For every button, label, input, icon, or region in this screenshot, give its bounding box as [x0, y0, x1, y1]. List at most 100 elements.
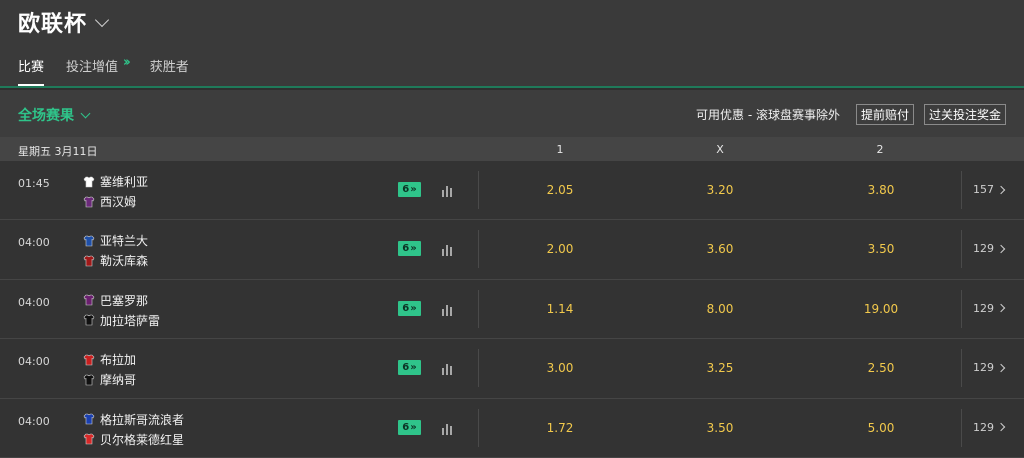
stats-icon[interactable]: [441, 241, 453, 257]
match-row[interactable]: 04:00 布拉加摩纳哥 6» 3.00 3.25 2.50 129: [0, 339, 1024, 399]
double-chevron-right-icon: »: [410, 243, 417, 255]
stats-icon[interactable]: [441, 182, 453, 197]
match-row[interactable]: 01:45 塞维利亚西汉姆 6» 2.05 3.20 3.80 157: [0, 161, 1024, 221]
odds-home[interactable]: 3.00: [530, 361, 590, 375]
divider: [478, 289, 479, 328]
tab-label: 投注增值: [66, 60, 119, 75]
away-team[interactable]: 摩纳哥: [83, 371, 136, 388]
column-home-win: 1: [556, 143, 564, 156]
more-markets-link[interactable]: 129: [973, 421, 1006, 434]
double-chevron-right-icon: »: [410, 421, 417, 433]
odds-away[interactable]: 5.00: [851, 421, 911, 435]
more-markets-count: 157: [973, 183, 994, 196]
chevron-right-icon: [996, 304, 1006, 313]
divider: [478, 171, 479, 209]
bet-builder-badge[interactable]: 6»: [398, 300, 421, 316]
match-row[interactable]: 04:00 巴塞罗那加拉塔萨雷 6» 1.14 8.00 19.00 129: [0, 279, 1024, 340]
odds-draw[interactable]: 3.20: [690, 183, 750, 197]
away-team-name: 贝尔格莱德红星: [100, 432, 185, 447]
away-team-name: 西汉姆: [100, 195, 137, 209]
away-team-name: 摩纳哥: [100, 373, 137, 388]
tab-label: 获胜者: [149, 60, 189, 75]
home-kit-icon: [83, 413, 95, 425]
odds-away[interactable]: 19.00: [851, 302, 911, 316]
match-row[interactable]: 04:00 格拉斯哥流浪者 贝尔格莱德红星 6» 1.72 3.50 5.00 129: [0, 398, 1024, 458]
odds-away[interactable]: 3.50: [851, 242, 911, 256]
badge-count: 6: [402, 243, 410, 255]
more-markets-link[interactable]: 129: [973, 301, 1006, 315]
home-team[interactable]: 塞维利亚: [83, 173, 148, 190]
away-kit-icon: [83, 314, 95, 326]
tab-bar: 比赛 投注增值 ›› 获胜者: [18, 55, 189, 86]
divider: [478, 230, 479, 269]
away-team[interactable]: 西汉姆: [83, 193, 136, 210]
odds-home[interactable]: 2.05: [530, 183, 590, 197]
market-title: 全场赛果: [18, 108, 74, 124]
bet-builder-badge[interactable]: 6»: [398, 360, 421, 376]
tab-winner[interactable]: 获胜者: [150, 56, 189, 86]
early-payout-button[interactable]: 提前赔付: [855, 104, 914, 125]
match-list: 01:45 塞维利亚 西汉姆 6» 2.05 3.20 3.80 157 04:00 亚特兰大 勒沃…: [0, 161, 1024, 458]
away-team-name: 加拉塔萨雷: [100, 313, 161, 328]
competition-selector[interactable]: 欧联杯: [18, 6, 110, 38]
tab-boost[interactable]: 投注增值 ››: [66, 55, 131, 86]
chevron-right-icon: [996, 185, 1006, 194]
badge-count: 6: [402, 302, 410, 314]
stats-icon[interactable]: [441, 360, 453, 376]
more-markets-link[interactable]: 157: [973, 183, 1006, 196]
odds-away[interactable]: 3.80: [851, 183, 911, 197]
bet-builder-badge[interactable]: 6»: [398, 419, 421, 435]
away-team[interactable]: 贝尔格莱德红星: [83, 431, 184, 448]
badge-count: 6: [402, 421, 410, 433]
stats-icon[interactable]: [441, 301, 453, 316]
kickoff-time: 04:00: [18, 236, 50, 250]
match-row[interactable]: 04:00 亚特兰大勒沃库森 6» 2.00 3.60 3.50 129: [0, 220, 1024, 280]
chevron-down-icon: [94, 12, 110, 28]
home-kit-icon: [83, 294, 95, 306]
kickoff-time: 01:45: [18, 177, 50, 190]
odds-home[interactable]: 2.00: [530, 242, 590, 256]
divider: [961, 289, 962, 328]
chevron-right-icon: [996, 422, 1006, 432]
home-kit-icon: [83, 354, 95, 366]
kickoff-time: 04:00: [18, 355, 50, 369]
odds-home[interactable]: 1.72: [530, 421, 590, 435]
column-away-win: 2: [876, 143, 884, 156]
promo-text: 可用优惠 - 滚球盘赛事除外: [696, 108, 840, 122]
stats-icon[interactable]: [441, 420, 453, 435]
odds-draw[interactable]: 8.00: [690, 302, 750, 316]
chevron-right-icon: [996, 244, 1006, 254]
more-markets-link[interactable]: 129: [973, 242, 1006, 255]
more-markets-count: 129: [973, 301, 994, 315]
odds-away[interactable]: 2.50: [851, 361, 911, 375]
promo-area: 可用优惠 - 滚球盘赛事除外 提前赔付 过关投注奖金: [696, 104, 1006, 125]
away-team[interactable]: 勒沃库森: [83, 252, 148, 269]
odds-draw[interactable]: 3.50: [690, 421, 750, 435]
odds-home[interactable]: 1.14: [530, 302, 590, 316]
odds-draw[interactable]: 3.60: [690, 242, 750, 256]
divider: [961, 171, 962, 209]
bet-builder-badge[interactable]: 6»: [398, 182, 421, 197]
double-chevron-right-icon: »: [410, 362, 417, 374]
odds-draw[interactable]: 3.25: [690, 361, 750, 375]
away-team[interactable]: 加拉塔萨雷: [83, 312, 160, 329]
market-selector[interactable]: 全场赛果: [18, 105, 91, 125]
more-markets-link[interactable]: 129: [973, 361, 1006, 374]
tab-matches[interactable]: 比赛: [18, 56, 45, 86]
bet-builder-badge[interactable]: 6»: [398, 241, 421, 257]
home-team-name: 亚特兰大: [100, 234, 149, 249]
chevron-down-icon: [80, 108, 91, 118]
home-team[interactable]: 巴塞罗那: [83, 292, 148, 309]
market-section-bar: 全场赛果 可用优惠 - 滚球盘赛事除外 提前赔付 过关投注奖金: [0, 90, 1024, 137]
away-kit-icon: [83, 433, 95, 445]
double-chevron-right-icon: »: [410, 302, 417, 314]
kickoff-time: 04:00: [18, 295, 50, 309]
column-draw: X: [716, 143, 724, 156]
acca-bonus-button[interactable]: 过关投注奖金: [923, 104, 1006, 125]
divider: [478, 408, 479, 447]
home-team[interactable]: 布拉加: [83, 351, 136, 368]
home-team[interactable]: 亚特兰大: [83, 232, 148, 249]
page-title: 欧联杯: [18, 12, 88, 37]
header-bar: 欧联杯 比赛 投注增值 ›› 获胜者: [0, 0, 1024, 88]
home-team[interactable]: 格拉斯哥流浪者: [83, 411, 184, 428]
